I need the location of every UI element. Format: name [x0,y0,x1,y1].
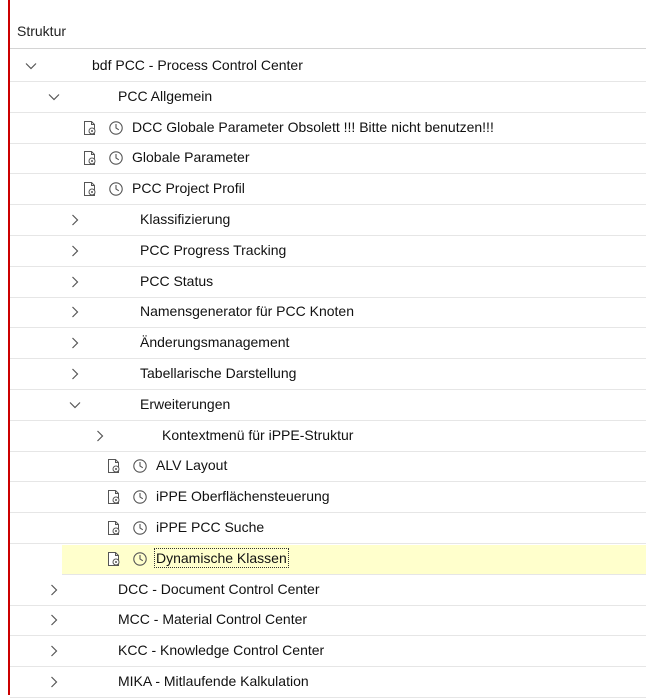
tree-node[interactable]: DCC - Document Control Center [10,576,646,606]
tree-node-label: PCC Status [140,272,214,289]
tree-node-label: DCC Globale Parameter Obsolett !!! Bitte… [132,118,494,135]
tree-node-label: iPPE PCC Suche [156,519,265,535]
tree-node-label: Änderungsmanagement [140,334,290,351]
tree-node[interactable]: Kontextmenü für iPPE-Struktur [10,422,646,452]
document-settings-icon [82,150,98,166]
tree-node[interactable]: Namensgenerator für PCC Knoten [10,298,646,329]
document-settings-icon [82,181,98,197]
document-settings-icon [106,551,122,567]
tree-header: Struktur [10,0,646,49]
clock-icon [108,120,124,136]
tree-node[interactable]: PCC Status [10,268,646,298]
clock-icon [132,551,148,567]
tree-node[interactable]: KCC - Knowledge Control Center [10,637,646,668]
document-settings-icon [106,489,122,505]
tree-node-label: Namensgenerator für PCC Knoten [140,303,354,320]
tree-node[interactable]: bdf PCC - Process Control Center [10,52,646,82]
tree-node-label: Globale Parameter [132,149,250,166]
tree-node-label: Tabellarische Darstellung [140,365,297,381]
clock-icon [108,181,124,197]
chevron-right-icon[interactable] [47,675,61,689]
tree-node-label: Klassifizierung [140,211,231,227]
chevron-right-icon[interactable] [68,336,82,350]
tree-node[interactable]: Klassifizierung [10,206,646,236]
chevron-right-icon[interactable] [68,367,82,381]
tree-node-label: KCC - Knowledge Control Center [118,642,325,659]
chevron-right-icon[interactable] [47,613,61,627]
tree-node-label: MIKA - Mitlaufende Kalkulation [118,673,309,689]
tree-node-label: MCC - Material Control Center [118,611,308,628]
tree-node[interactable]: iPPE Oberflächensteuerung [10,483,646,514]
chevron-right-icon[interactable] [93,429,107,443]
tree-node-label: PCC Progress Tracking [140,241,287,258]
tree-node-label: Dynamische Klassen [154,547,289,568]
tree-node-label: PCC Project Profil [132,180,245,197]
tree-node[interactable]: DCC Globale Parameter Obsolett !!! Bitte… [10,114,646,144]
tree-node-label: bdf PCC - Process Control Center [92,57,303,73]
chevron-right-icon[interactable] [68,244,82,258]
tree-node[interactable]: Globale Parameter [10,144,646,175]
clock-icon [108,150,124,166]
structure-tree-panel: Struktur bdf PCC - Process Control Cente… [8,0,646,698]
chevron-right-icon[interactable] [68,305,82,319]
chevron-right-icon[interactable] [68,213,82,227]
chevron-right-icon[interactable] [68,275,82,289]
tree-node[interactable]: Tabellarische Darstellung [10,360,646,390]
chevron-right-icon[interactable] [47,583,61,597]
clock-icon [132,458,148,474]
chevron-down-icon[interactable] [24,59,38,73]
tree-node-label: ALV Layout [156,457,228,474]
tree-node-label: Erweiterungen [140,395,231,412]
tree-node[interactable]: MIKA - Mitlaufende Kalkulation [10,668,646,698]
tree-node[interactable]: PCC Project Profil [10,175,646,206]
tree-node[interactable]: PCC Progress Tracking [10,237,646,267]
document-settings-icon [106,520,122,536]
tree-node[interactable]: Erweiterungen [10,391,646,421]
tree-header-title: Struktur [17,23,67,39]
document-settings-icon [82,120,98,136]
chevron-down-icon[interactable] [68,398,82,412]
tree-node-label: Kontextmenü für iPPE-Struktur [162,426,354,443]
tree-node[interactable]: ALV Layout [10,452,646,483]
tree-node-label: iPPE Oberflächensteuerung [156,488,330,505]
chevron-down-icon[interactable] [47,90,61,104]
tree-node[interactable]: Änderungsmanagement [10,329,646,360]
chevron-right-icon[interactable] [47,644,61,658]
tree-node[interactable]: MCC - Material Control Center [10,606,646,637]
tree-node[interactable]: iPPE PCC Suche [10,514,646,544]
clock-icon [132,520,148,536]
clock-icon [132,489,148,505]
tree-node[interactable]: PCC Allgemein [10,83,646,113]
tree-node[interactable]: Dynamische Klassen [62,544,646,575]
tree-node-label: DCC - Document Control Center [118,580,320,597]
document-settings-icon [106,458,122,474]
tree-node-label: PCC Allgemein [118,87,213,104]
